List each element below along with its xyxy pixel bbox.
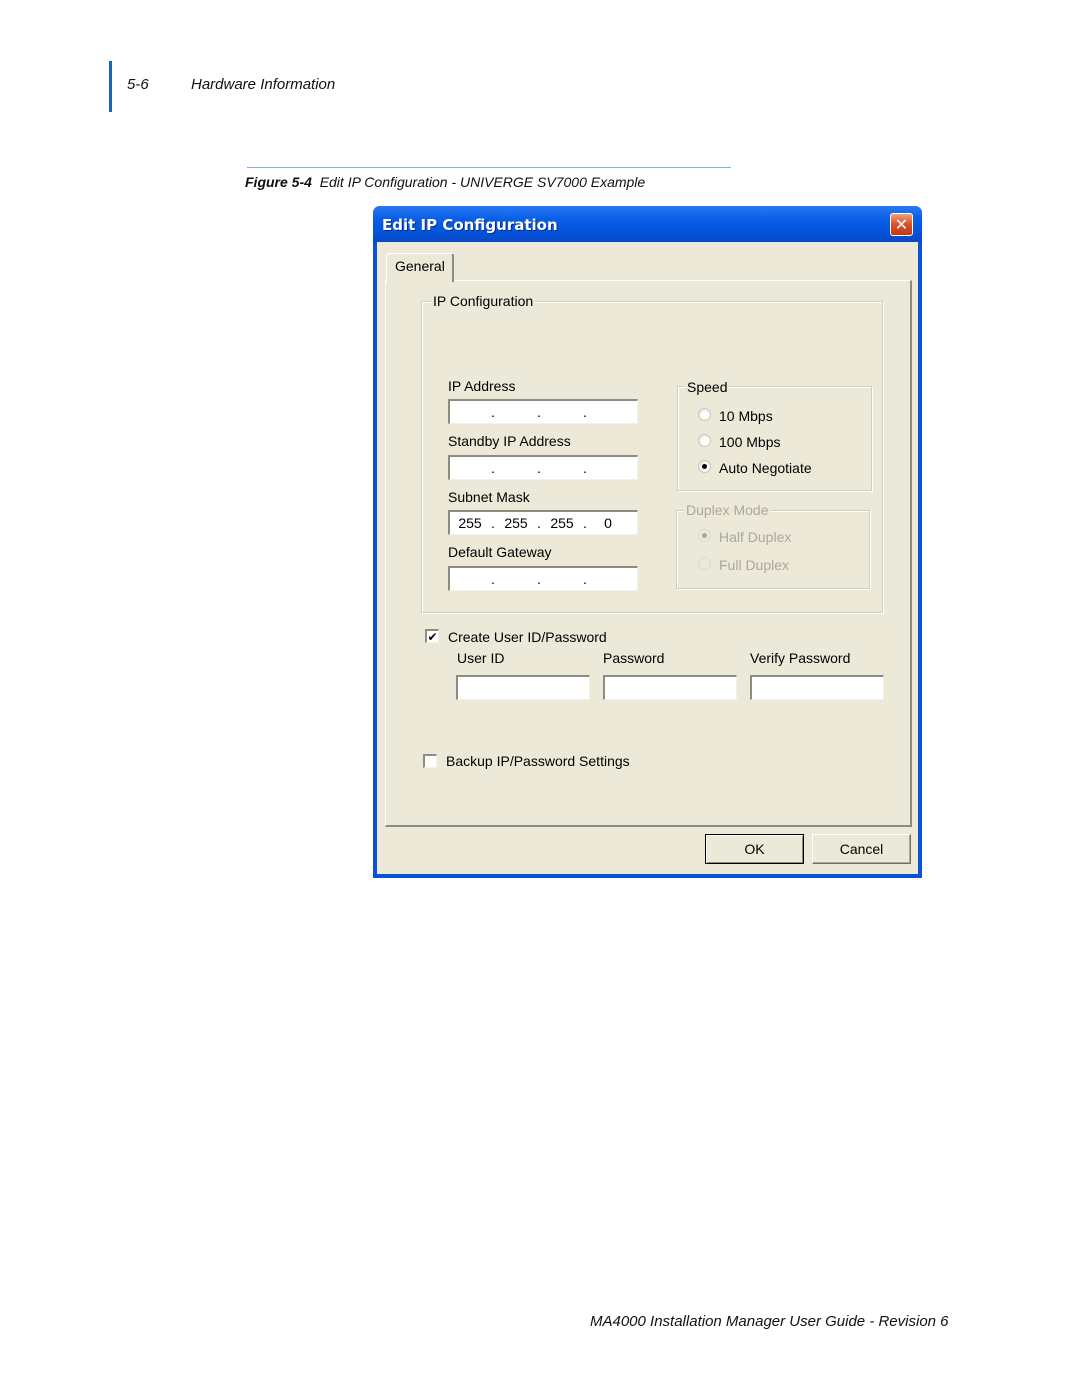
ip-octet-1: 255 bbox=[458, 515, 482, 531]
caption-rule bbox=[247, 167, 731, 168]
ip-octet-2: 255 bbox=[504, 515, 528, 531]
cancel-button[interactable]: Cancel bbox=[812, 834, 911, 864]
radio-half-duplex-label: Half Duplex bbox=[719, 529, 792, 545]
password-input[interactable] bbox=[603, 675, 737, 700]
figure-label: Figure 5-4 bbox=[245, 174, 312, 190]
ip-address-input[interactable]: . . . bbox=[448, 399, 638, 424]
radio-full-duplex-label: Full Duplex bbox=[719, 557, 790, 573]
backup-settings-checkbox[interactable] bbox=[423, 754, 437, 768]
figure-caption: Figure 5-4 Edit IP Configuration - UNIVE… bbox=[245, 174, 645, 190]
standby-ip-input[interactable]: . . . bbox=[448, 455, 638, 480]
default-gateway-label: Default Gateway bbox=[448, 544, 552, 560]
checkmark-icon: ✔ bbox=[427, 629, 438, 644]
radio-10mbps[interactable] bbox=[698, 408, 711, 421]
ip-dot: . bbox=[537, 404, 541, 420]
ok-button[interactable]: OK bbox=[705, 834, 804, 864]
radio-auto-negotiate[interactable] bbox=[698, 460, 711, 473]
radio-100mbps-label[interactable]: 100 Mbps bbox=[719, 434, 780, 450]
create-user-checkbox[interactable]: ✔ bbox=[425, 629, 439, 643]
ip-dot: . bbox=[537, 460, 541, 476]
radio-10mbps-label[interactable]: 10 Mbps bbox=[719, 408, 773, 424]
user-id-input[interactable] bbox=[456, 675, 590, 700]
ip-dot: . bbox=[583, 404, 587, 420]
close-button[interactable]: ✕ bbox=[890, 213, 913, 236]
radio-selected-dot bbox=[702, 533, 707, 538]
subnet-mask-input[interactable]: 255. 255. 255. 0 bbox=[448, 510, 638, 535]
ip-dot: . bbox=[583, 571, 587, 587]
backup-settings-label[interactable]: Backup IP/Password Settings bbox=[446, 753, 630, 769]
ip-configuration-legend: IP Configuration bbox=[431, 293, 536, 309]
password-label: Password bbox=[603, 650, 665, 666]
ip-dot: . bbox=[491, 571, 495, 587]
ip-dot: . bbox=[491, 404, 495, 420]
ip-dot: . bbox=[491, 460, 495, 476]
ip-address-label: IP Address bbox=[448, 378, 516, 394]
section-title: Hardware Information bbox=[191, 76, 336, 93]
dialog-title: Edit IP Configuration bbox=[382, 216, 558, 234]
verify-password-label: Verify Password bbox=[750, 650, 851, 666]
ip-dot: . bbox=[583, 460, 587, 476]
page-footer: MA4000 Installation Manager User Guide -… bbox=[590, 1313, 949, 1330]
speed-legend: Speed bbox=[685, 379, 730, 395]
radio-full-duplex bbox=[698, 557, 711, 570]
radio-100mbps[interactable] bbox=[698, 434, 711, 447]
ip-octet-3: 255 bbox=[550, 515, 574, 531]
create-user-label[interactable]: Create User ID/Password bbox=[448, 629, 607, 645]
radio-half-duplex bbox=[698, 529, 711, 542]
standby-ip-label: Standby IP Address bbox=[448, 433, 571, 449]
header-accent-bar bbox=[109, 61, 112, 112]
ip-octet-4: 0 bbox=[604, 515, 612, 531]
tab-general-label: General bbox=[395, 258, 445, 274]
user-id-label: User ID bbox=[457, 650, 505, 666]
duplex-mode-group bbox=[676, 510, 870, 589]
radio-auto-negotiate-label[interactable]: Auto Negotiate bbox=[719, 460, 812, 476]
page-number: 5-6 bbox=[127, 76, 149, 93]
default-gateway-input[interactable]: . . . bbox=[448, 566, 638, 591]
subnet-mask-label: Subnet Mask bbox=[448, 489, 530, 505]
figure-caption-text: Edit IP Configuration - UNIVERGE SV7000 … bbox=[319, 174, 646, 190]
radio-selected-dot bbox=[702, 464, 707, 469]
duplex-mode-legend: Duplex Mode bbox=[684, 502, 771, 518]
verify-password-input[interactable] bbox=[750, 675, 884, 700]
close-x-icon: ✕ bbox=[894, 214, 909, 234]
ip-dot: . bbox=[537, 571, 541, 587]
